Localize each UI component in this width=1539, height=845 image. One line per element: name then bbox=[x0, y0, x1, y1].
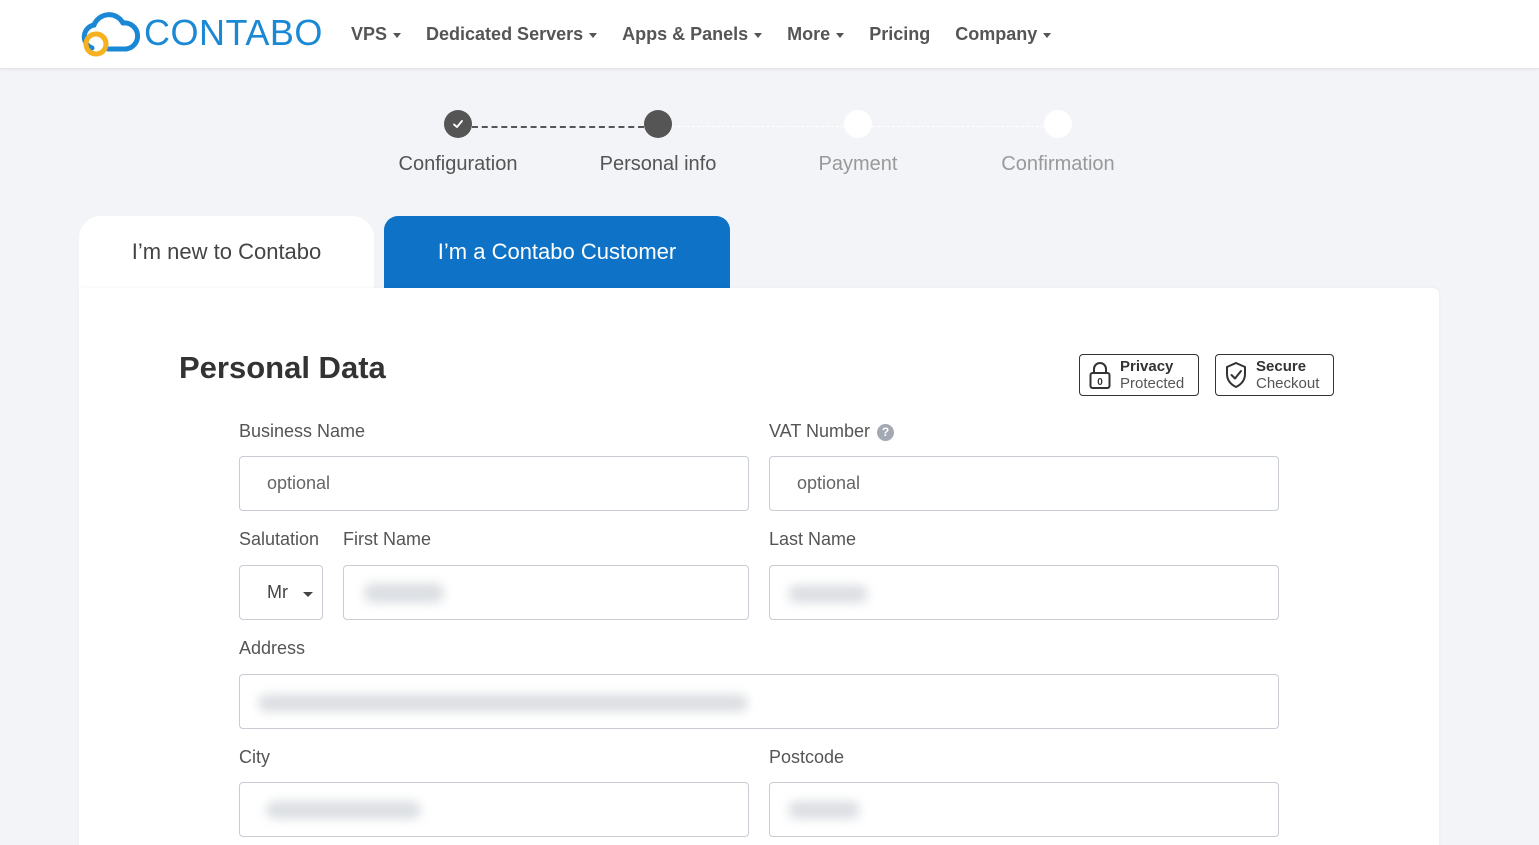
chevron-down-icon bbox=[589, 33, 598, 38]
step-personal-info: Personal info bbox=[558, 110, 758, 176]
nav-apps-panels-label: Apps & Panels bbox=[622, 24, 749, 44]
first-name-input[interactable] bbox=[343, 565, 749, 620]
tab-new-customer[interactable]: I’m new to Contabo bbox=[79, 216, 374, 288]
salutation-value: Mr bbox=[267, 582, 288, 602]
postcode-label: Postcode bbox=[769, 747, 845, 767]
nav-more[interactable]: More bbox=[787, 24, 845, 45]
chevron-down-icon bbox=[754, 33, 763, 38]
nav-dedicated-servers-label: Dedicated Servers bbox=[426, 24, 584, 44]
cloud-logo-icon bbox=[81, 12, 140, 57]
redacted-value bbox=[258, 694, 748, 712]
badge-strong-text: Privacy bbox=[1120, 358, 1174, 375]
nav-more-label: More bbox=[787, 24, 831, 44]
check-icon bbox=[444, 110, 472, 138]
site-header: CONTABO VPS Dedicated Servers Apps & Pan… bbox=[0, 0, 1539, 69]
brand-name: CONTABO bbox=[144, 12, 323, 53]
last-name-label: Last Name bbox=[769, 529, 857, 549]
step-indicator bbox=[844, 110, 872, 138]
business-name-placeholder: optional bbox=[267, 473, 331, 493]
nav-dedicated-servers[interactable]: Dedicated Servers bbox=[426, 24, 598, 45]
redacted-value bbox=[788, 585, 868, 603]
address-label: Address bbox=[239, 638, 306, 658]
contabo-logo[interactable]: CONTABO bbox=[78, 6, 323, 60]
business-name-input[interactable]: optional bbox=[239, 456, 749, 511]
chevron-down-icon bbox=[836, 33, 845, 38]
step-label: Configuration bbox=[398, 153, 518, 175]
city-label: City bbox=[239, 747, 270, 767]
redacted-value bbox=[788, 801, 860, 819]
chevron-down-icon bbox=[393, 33, 402, 38]
shield-check-icon bbox=[1226, 361, 1246, 389]
vat-number-label: VAT Number? bbox=[769, 421, 895, 442]
nav-vps[interactable]: VPS bbox=[351, 24, 402, 45]
step-label: Payment bbox=[818, 153, 898, 175]
svg-text:0: 0 bbox=[1097, 377, 1103, 388]
redacted-value bbox=[364, 583, 444, 603]
page-title: Personal Data bbox=[179, 350, 386, 385]
vat-number-placeholder: optional bbox=[797, 473, 861, 493]
step-configuration[interactable]: Configuration bbox=[358, 110, 558, 176]
vat-number-input[interactable]: optional bbox=[769, 456, 1279, 511]
nav-company[interactable]: Company bbox=[955, 24, 1052, 45]
business-name-label: Business Name bbox=[239, 421, 366, 441]
badge-weak-text: Protected bbox=[1120, 375, 1185, 392]
address-input[interactable] bbox=[239, 674, 1279, 729]
step-confirmation: Confirmation bbox=[958, 110, 1158, 176]
step-indicator bbox=[1044, 110, 1072, 138]
secure-checkout-badge: Secure Checkout bbox=[1215, 354, 1335, 396]
checkout-stepper: Configuration Personal info Payment Conf… bbox=[358, 110, 1158, 185]
nav-vps-label: VPS bbox=[351, 24, 388, 44]
personal-data-card: Personal Data 0 Privacy Protected Secure… bbox=[79, 288, 1439, 845]
step-label: Confirmation bbox=[1001, 153, 1115, 175]
step-payment: Payment bbox=[758, 110, 958, 176]
privacy-protected-badge: 0 Privacy Protected bbox=[1079, 354, 1200, 396]
redacted-value bbox=[266, 801, 421, 819]
badge-weak-text: Checkout bbox=[1256, 375, 1320, 392]
salutation-label: Salutation bbox=[239, 529, 320, 549]
nav-pricing-label: Pricing bbox=[869, 24, 931, 44]
main-nav: VPS Dedicated Servers Apps & Panels More… bbox=[351, 0, 1076, 69]
nav-apps-panels[interactable]: Apps & Panels bbox=[622, 24, 763, 45]
city-input[interactable] bbox=[239, 782, 749, 837]
chevron-down-icon bbox=[1043, 33, 1052, 38]
postcode-input[interactable] bbox=[769, 782, 1279, 837]
nav-pricing[interactable]: Pricing bbox=[869, 24, 930, 45]
help-icon[interactable]: ? bbox=[877, 423, 895, 441]
nav-company-label: Company bbox=[955, 24, 1038, 44]
lock-icon: 0 bbox=[1089, 362, 1111, 389]
first-name-label: First Name bbox=[343, 529, 432, 549]
vat-number-label-text: VAT Number bbox=[769, 421, 871, 441]
step-indicator bbox=[644, 110, 672, 138]
tab-existing-customer[interactable]: I’m a Contabo Customer bbox=[384, 216, 730, 288]
salutation-select[interactable]: Mr bbox=[239, 565, 323, 620]
last-name-input[interactable] bbox=[769, 565, 1279, 620]
badge-strong-text: Secure bbox=[1256, 358, 1307, 375]
step-label: Personal info bbox=[599, 153, 717, 175]
chevron-down-icon bbox=[303, 592, 313, 597]
